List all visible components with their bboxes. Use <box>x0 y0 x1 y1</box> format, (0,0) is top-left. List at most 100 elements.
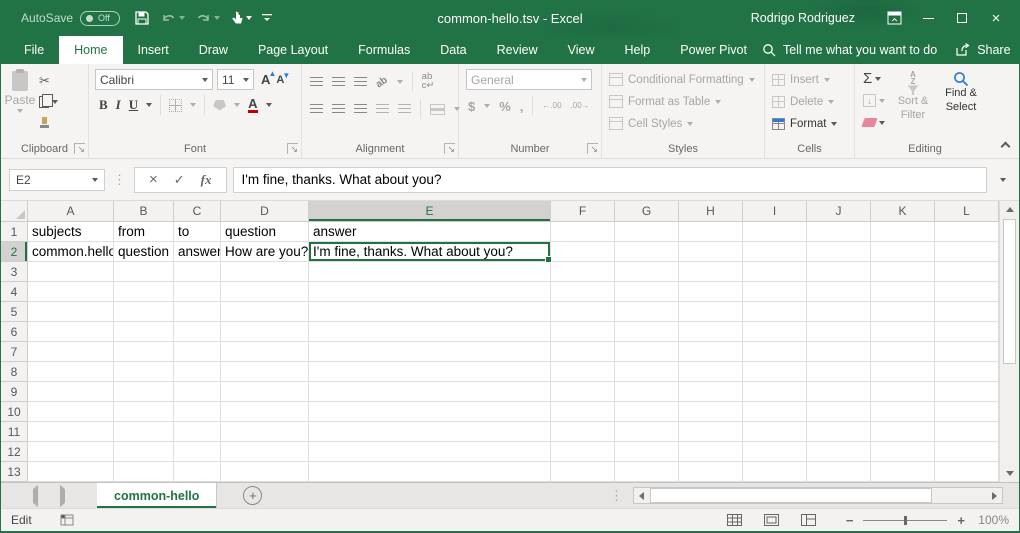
format-painter-button[interactable] <box>37 114 60 131</box>
row-header-12[interactable]: 12 <box>1 442 28 462</box>
cell-C6[interactable] <box>174 322 221 342</box>
cut-button[interactable]: ✂ <box>37 72 60 89</box>
row-header-5[interactable]: 5 <box>1 302 28 322</box>
formula-bar-drag-dots[interactable]: ⋮ <box>111 172 128 188</box>
cell-F6[interactable] <box>551 322 615 342</box>
column-header-L[interactable]: L <box>935 201 999 222</box>
cell-F13[interactable] <box>551 462 615 482</box>
autosum-button[interactable]: Σ <box>861 70 887 87</box>
save-button[interactable] <box>130 5 154 31</box>
cell-L8[interactable] <box>935 362 999 382</box>
tab-help[interactable]: Help <box>610 36 666 64</box>
format-as-table-button[interactable]: Format as Table <box>609 93 755 110</box>
cell-K8[interactable] <box>871 362 935 382</box>
cell-D3[interactable] <box>221 262 309 282</box>
select-all-corner[interactable] <box>1 201 28 222</box>
name-box[interactable]: E2 <box>9 169 105 191</box>
cell-B10[interactable] <box>114 402 174 422</box>
new-sheet-button[interactable]: + <box>243 486 262 505</box>
cell-D7[interactable] <box>221 342 309 362</box>
font-dialog-launcher[interactable]: ↘ <box>287 143 298 154</box>
cell-J13[interactable] <box>807 462 871 482</box>
cell-I6[interactable] <box>743 322 807 342</box>
cell-B3[interactable] <box>114 262 174 282</box>
find-select-button[interactable]: Find & Select <box>939 70 983 140</box>
column-header-J[interactable]: J <box>807 201 871 222</box>
cell-J3[interactable] <box>807 262 871 282</box>
cell-A8[interactable] <box>28 362 114 382</box>
column-header-A[interactable]: A <box>28 201 114 222</box>
undo-button[interactable] <box>156 5 189 31</box>
cell-D6[interactable] <box>221 322 309 342</box>
scroll-down-icon[interactable] <box>1003 467 1016 480</box>
collapse-ribbon-icon[interactable] <box>1001 142 1011 152</box>
cell-I11[interactable] <box>743 422 807 442</box>
cell-E7[interactable] <box>309 342 551 362</box>
cell-K13[interactable] <box>871 462 935 482</box>
cell-G13[interactable] <box>615 462 679 482</box>
cell-I8[interactable] <box>743 362 807 382</box>
insert-function-button[interactable]: fx <box>201 173 212 186</box>
cell-L7[interactable] <box>935 342 999 362</box>
scroll-up-icon[interactable] <box>1003 203 1016 216</box>
tab-review[interactable]: Review <box>482 36 553 64</box>
cell-L12[interactable] <box>935 442 999 462</box>
vertical-scroll-thumb[interactable] <box>1003 219 1016 364</box>
number-format-select[interactable]: General <box>466 69 592 90</box>
column-header-H[interactable]: H <box>679 201 743 222</box>
cell-J10[interactable] <box>807 402 871 422</box>
cell-K11[interactable] <box>871 422 935 442</box>
cell-D2[interactable]: How are you? <box>221 242 309 262</box>
column-header-F[interactable]: F <box>551 201 615 222</box>
cell-H13[interactable] <box>679 462 743 482</box>
zoom-level[interactable]: 100% <box>975 513 1009 527</box>
center-icon[interactable] <box>332 104 345 114</box>
undo-dropdown-icon[interactable] <box>179 16 185 20</box>
cell-L2[interactable] <box>935 242 999 262</box>
user-name[interactable]: Rodrigo Rodriguez <box>751 11 855 25</box>
bold-button[interactable]: B <box>99 97 108 113</box>
cell-L9[interactable] <box>935 382 999 402</box>
cell-J11[interactable] <box>807 422 871 442</box>
cell-J8[interactable] <box>807 362 871 382</box>
cell-C13[interactable] <box>174 462 221 482</box>
cell-K5[interactable] <box>871 302 935 322</box>
cell-L4[interactable] <box>935 282 999 302</box>
row-header-6[interactable]: 6 <box>1 322 28 342</box>
wrap-text-icon[interactable]: abc↵ <box>422 73 435 90</box>
cell-E11[interactable] <box>309 422 551 442</box>
tab-insert[interactable]: Insert <box>123 36 184 64</box>
zoom-out-button[interactable]: − <box>846 514 854 527</box>
cell-L5[interactable] <box>935 302 999 322</box>
cell-E9[interactable] <box>309 382 551 402</box>
cell-I3[interactable] <box>743 262 807 282</box>
tell-me-box[interactable]: Tell me what you want to do <box>762 43 937 57</box>
orientation-icon[interactable]: ab <box>374 74 390 90</box>
shrink-font-button[interactable]: A▼ <box>276 74 284 86</box>
ribbon-display-options-button[interactable] <box>877 0 911 36</box>
page-break-preview-button[interactable] <box>801 514 816 526</box>
align-right-icon[interactable] <box>354 104 367 114</box>
cell-E12[interactable] <box>309 442 551 462</box>
cell-D4[interactable] <box>221 282 309 302</box>
sheet-tab-common-hello[interactable]: common-hello <box>97 483 217 508</box>
cell-H3[interactable] <box>679 262 743 282</box>
row-header-1[interactable]: 1 <box>1 222 28 242</box>
cell-K9[interactable] <box>871 382 935 402</box>
cell-I4[interactable] <box>743 282 807 302</box>
middle-align-icon[interactable] <box>332 77 345 87</box>
cell-E10[interactable] <box>309 402 551 422</box>
cell-J9[interactable] <box>807 382 871 402</box>
align-left-icon[interactable] <box>310 104 323 114</box>
alignment-dialog-launcher[interactable]: ↘ <box>444 143 455 154</box>
column-header-E[interactable]: E <box>309 201 551 222</box>
cell-F2[interactable] <box>551 242 615 262</box>
tab-data[interactable]: Data <box>425 36 481 64</box>
cell-A4[interactable] <box>28 282 114 302</box>
cell-D5[interactable] <box>221 302 309 322</box>
paste-dropdown-icon[interactable] <box>17 109 23 113</box>
cell-G2[interactable] <box>615 242 679 262</box>
cell-G4[interactable] <box>615 282 679 302</box>
tab-home[interactable]: Home <box>59 36 122 64</box>
cell-G6[interactable] <box>615 322 679 342</box>
